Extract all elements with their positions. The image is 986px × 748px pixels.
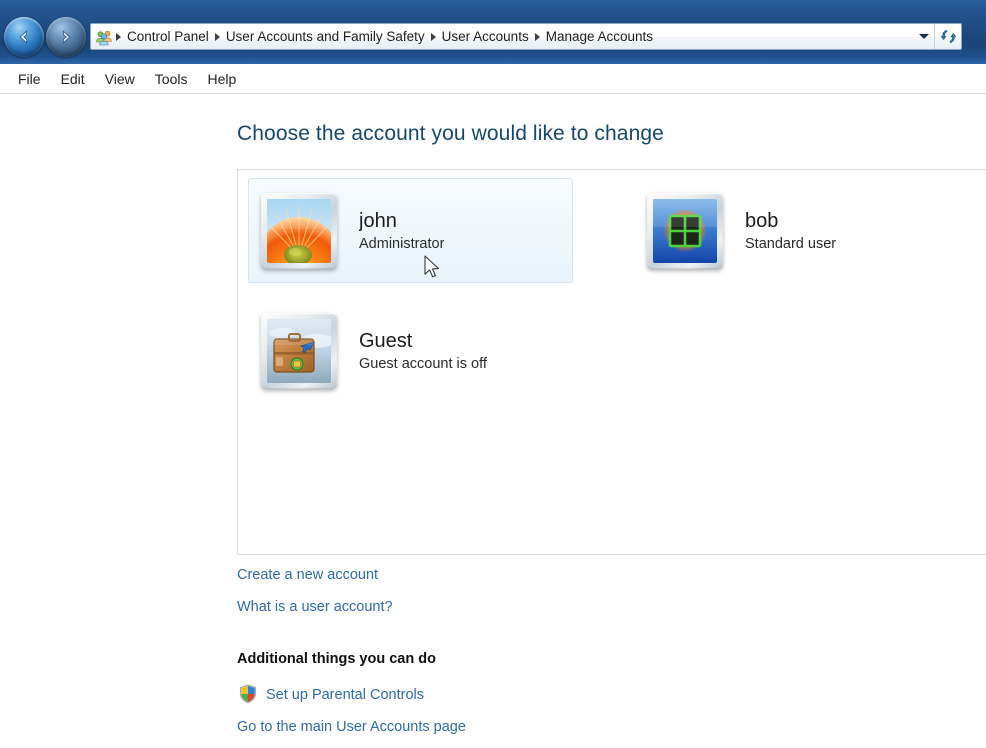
address-bar[interactable]: Control Panel User Accounts and Family S…	[90, 23, 962, 50]
menu-item-file[interactable]: File	[8, 68, 51, 90]
flower-avatar-icon	[267, 198, 331, 263]
refresh-button[interactable]	[934, 24, 961, 49]
account-name: john	[359, 209, 397, 232]
window-avatar-icon	[653, 198, 717, 263]
account-info: john Administrator	[359, 210, 444, 252]
chevron-down-icon	[919, 34, 929, 39]
content-area: Choose the account you would like to cha…	[0, 95, 986, 748]
menu-item-tools[interactable]: Tools	[145, 68, 198, 90]
forward-button[interactable]	[46, 17, 86, 57]
breadcrumb-separator	[116, 32, 121, 41]
avatar	[261, 312, 337, 389]
set-up-parental-controls-link[interactable]: Set up Parental Controls	[266, 687, 424, 703]
what-is-user-account-link[interactable]: What is a user account?	[237, 599, 393, 615]
uac-shield-icon	[238, 684, 258, 704]
avatar	[647, 192, 723, 269]
breadcrumb-item-user-accounts[interactable]: User Accounts	[437, 27, 534, 46]
breadcrumb-item-control-panel[interactable]: Control Panel	[122, 27, 214, 46]
control-panel-window: Control Panel User Accounts and Family S…	[0, 0, 986, 748]
additional-things-heading: Additional things you can do	[237, 651, 436, 667]
account-role: Standard user	[745, 235, 837, 252]
account-role: Guest account is off	[359, 355, 487, 372]
refresh-icon	[940, 29, 956, 44]
avatar	[261, 192, 337, 269]
breadcrumb-item-manage-accounts[interactable]: Manage Accounts	[541, 27, 658, 46]
account-tile-john[interactable]: john Administrator	[248, 178, 573, 283]
menu-item-view[interactable]: View	[95, 68, 145, 90]
suitcase-avatar-icon	[267, 318, 331, 383]
account-name: bob	[745, 209, 779, 232]
breadcrumb-separator	[534, 32, 540, 41]
account-list-panel: john Administrator bob Standard user Gue…	[237, 169, 986, 555]
navigation-buttons	[4, 17, 102, 57]
menu-bar: File Edit View Tools Help	[0, 64, 986, 94]
go-to-main-user-accounts-page-link[interactable]: Go to the main User Accounts page	[237, 719, 466, 735]
create-new-account-link[interactable]: Create a new account	[237, 567, 378, 583]
breadcrumb-separator	[214, 32, 220, 41]
breadcrumb-separator	[430, 32, 436, 41]
breadcrumb-item-user-accounts-and-family-safety[interactable]: User Accounts and Family Safety	[221, 27, 430, 46]
address-dropdown-button[interactable]	[914, 24, 934, 49]
account-name: Guest	[359, 329, 413, 352]
menu-item-help[interactable]: Help	[197, 68, 246, 90]
user-accounts-icon	[95, 28, 113, 46]
account-tile-guest[interactable]: Guest Guest account is off	[248, 298, 573, 403]
arrow-left-icon	[19, 30, 27, 44]
breadcrumb: Control Panel User Accounts and Family S…	[91, 24, 914, 49]
account-info: bob Standard user	[745, 210, 836, 252]
menu-item-edit[interactable]: Edit	[51, 68, 95, 90]
account-tile-bob[interactable]: bob Standard user	[634, 178, 959, 283]
account-role: Administrator	[359, 235, 445, 252]
arrow-right-icon	[63, 30, 71, 44]
title-bar: Control Panel User Accounts and Family S…	[0, 0, 986, 64]
back-button[interactable]	[4, 17, 44, 57]
account-info: Guest Guest account is off	[359, 330, 487, 372]
page-title: Choose the account you would like to cha…	[237, 122, 664, 145]
